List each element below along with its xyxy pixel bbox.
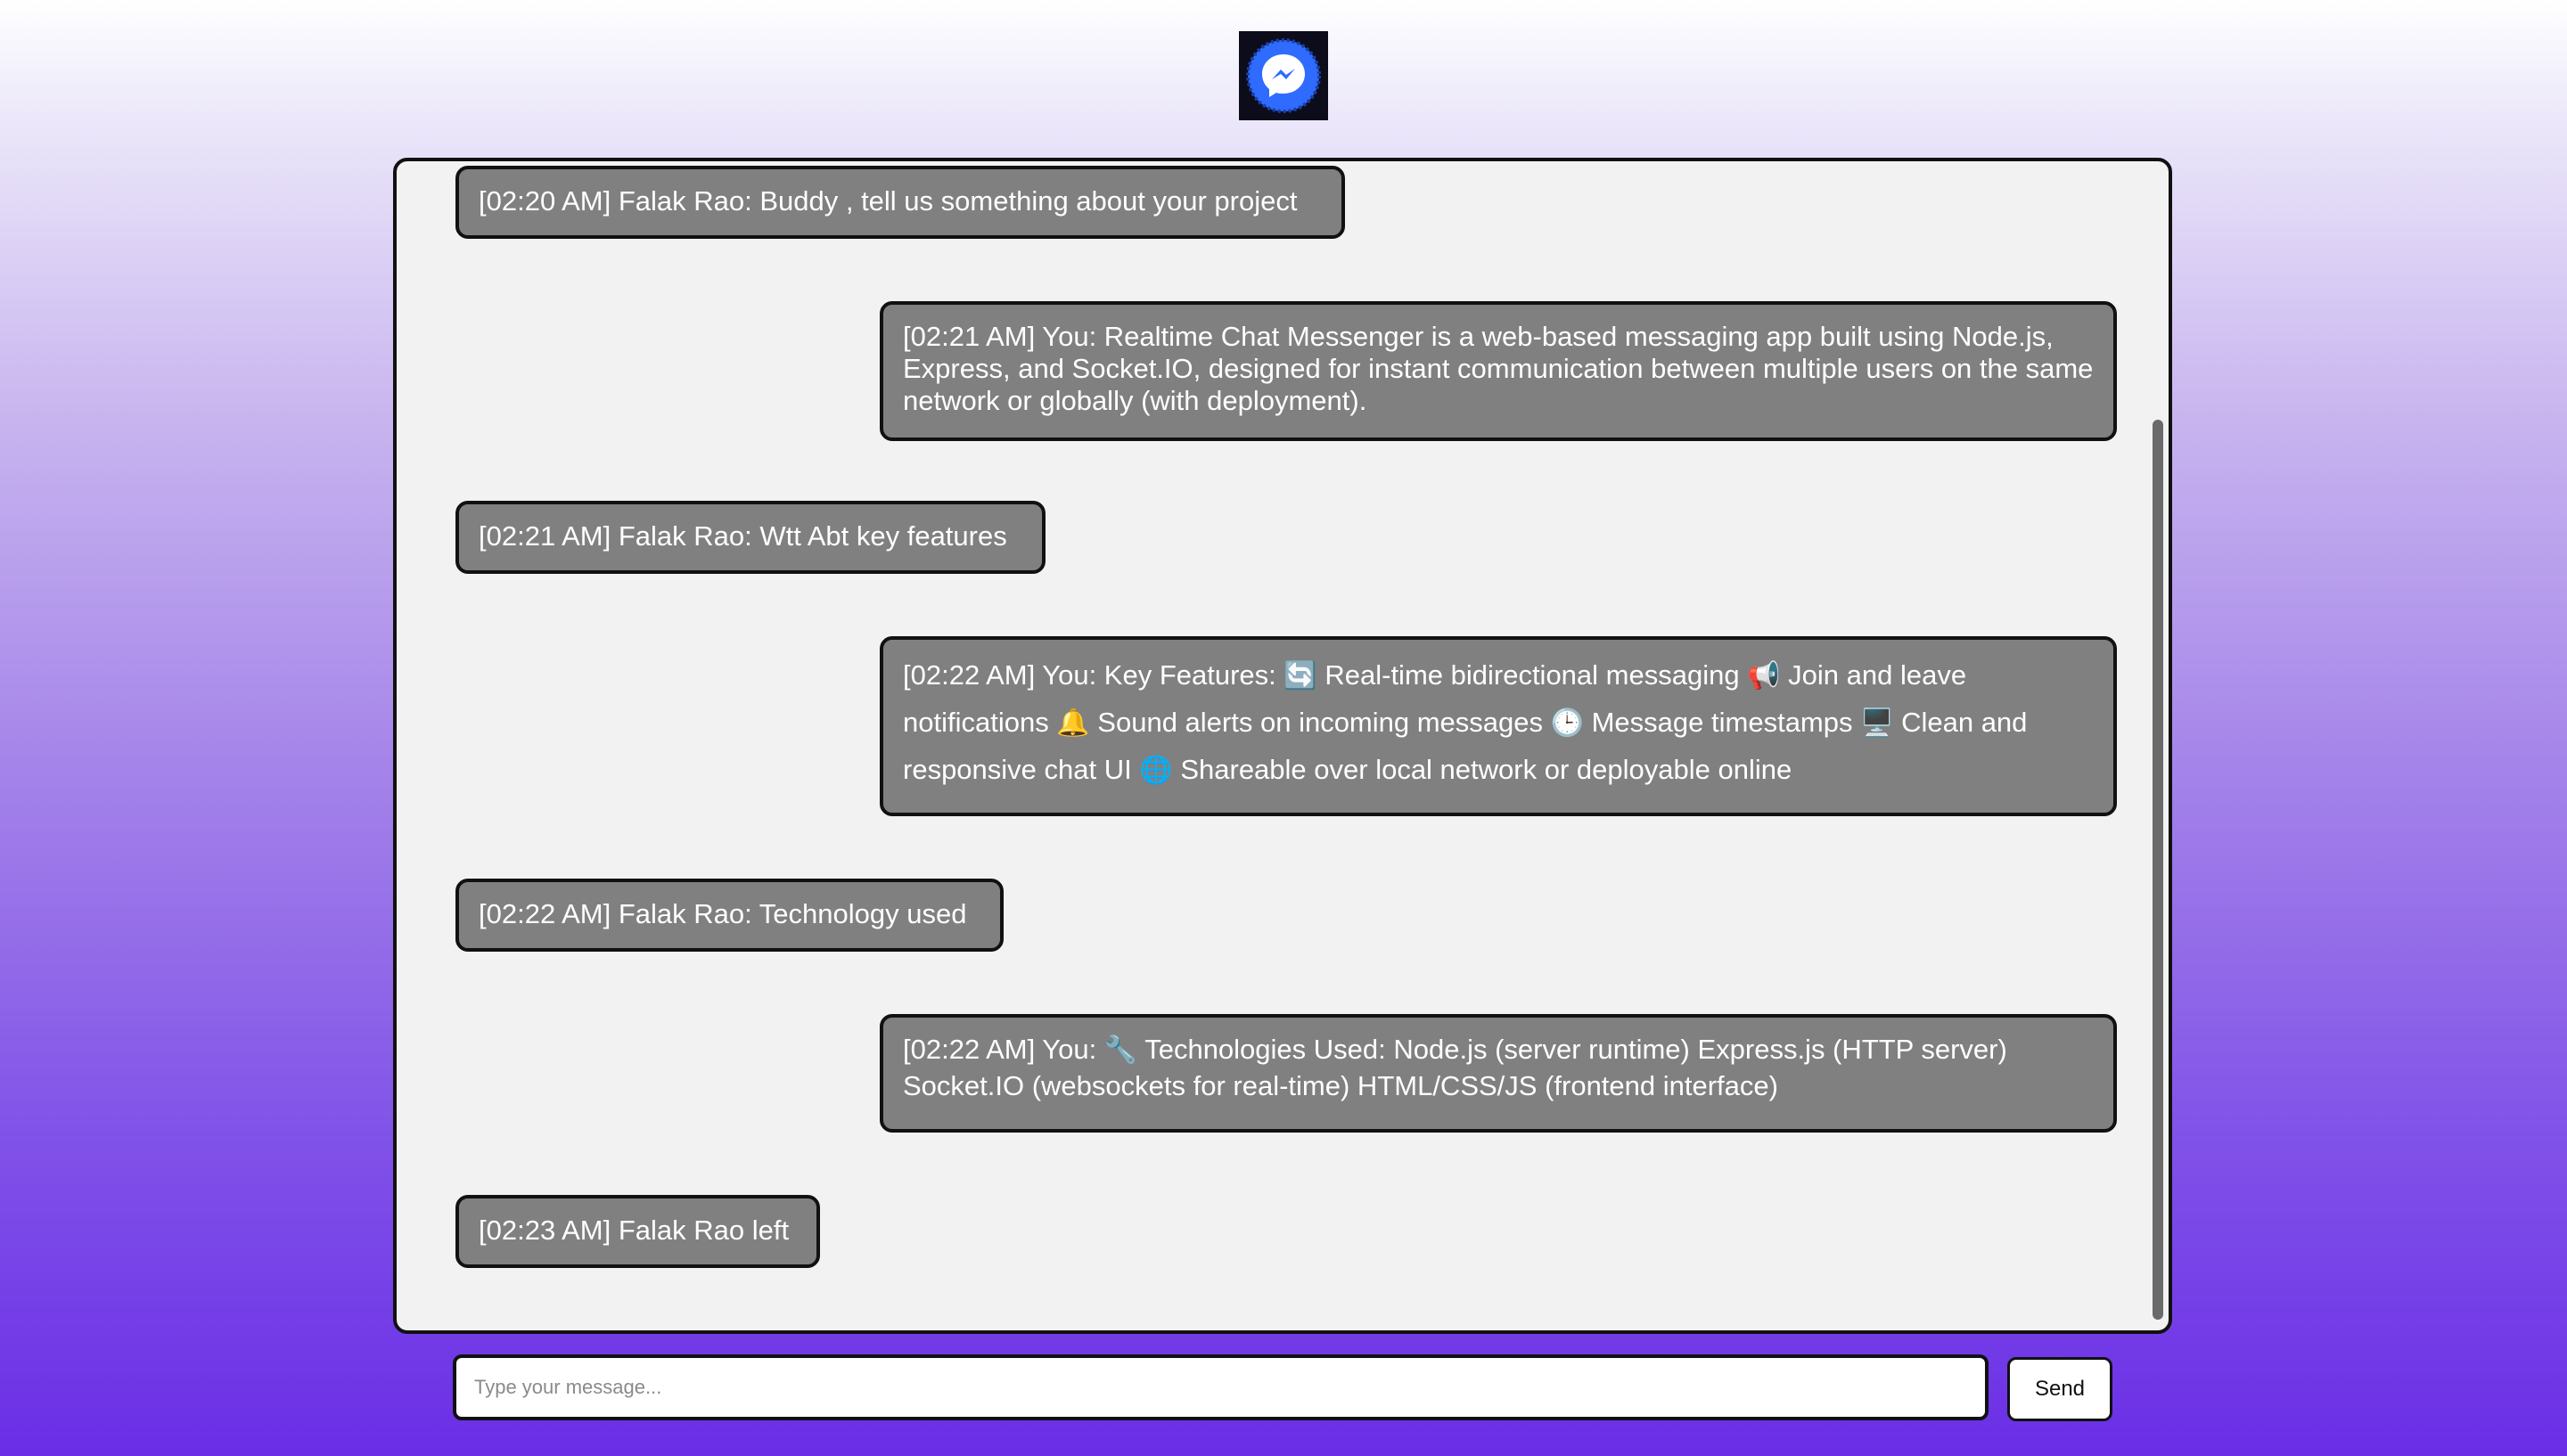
message-input[interactable]	[453, 1354, 1989, 1420]
message-received: [02:20 AM] Falak Rao: Buddy , tell us so…	[455, 166, 1345, 239]
app-logo	[1239, 31, 1328, 120]
message-received: [02:22 AM] Falak Rao: Technology used	[455, 879, 1004, 952]
message-text: [02:22 AM] Falak Rao: Technology used	[479, 898, 967, 929]
globe-emoji-icon: 🌐	[1139, 756, 1173, 785]
megaphone-emoji-icon: 📢	[1747, 661, 1781, 691]
message-text: [02:21 AM] Falak Rao: Wtt Abt key featur…	[479, 520, 1007, 552]
message-text: [02:20 AM] Falak Rao: Buddy , tell us so…	[479, 185, 1298, 217]
message-sent: [02:22 AM] You: 🔧 Technologies Used: Nod…	[880, 1014, 2117, 1133]
message-text: [02:21 AM] You: Realtime Chat Messenger …	[903, 321, 2094, 416]
message-text: [02:22 AM] You: 🔧 Technologies Used: Nod…	[903, 1034, 2007, 1101]
wrench-emoji-icon: 🔧	[1103, 1035, 1138, 1065]
message-system: [02:23 AM] Falak Rao left	[455, 1195, 820, 1268]
message-received: [02:21 AM] Falak Rao: Wtt Abt key featur…	[455, 501, 1046, 574]
message-sent: [02:22 AM] You: Key Features: 🔄 Real-tim…	[880, 636, 2117, 816]
clock-emoji-icon: 🕒	[1550, 708, 1584, 738]
message-sent: [02:21 AM] You: Realtime Chat Messenger …	[880, 301, 2117, 441]
chat-scrollbar[interactable]	[2153, 420, 2163, 1320]
chat-messages-panel[interactable]: [02:20 AM] Falak Rao: Buddy , tell us so…	[393, 158, 2172, 1334]
message-text: [02:22 AM] You: Key Features: 🔄 Real-tim…	[903, 659, 2028, 785]
refresh-emoji-icon: 🔄	[1284, 661, 1317, 691]
messenger-icon	[1246, 38, 1321, 113]
desktop-emoji-icon: 🖥️	[1860, 708, 1894, 738]
message-text: [02:23 AM] Falak Rao left	[479, 1215, 790, 1246]
send-button[interactable]: Send	[2007, 1357, 2112, 1421]
bell-emoji-icon: 🔔	[1056, 708, 1090, 738]
